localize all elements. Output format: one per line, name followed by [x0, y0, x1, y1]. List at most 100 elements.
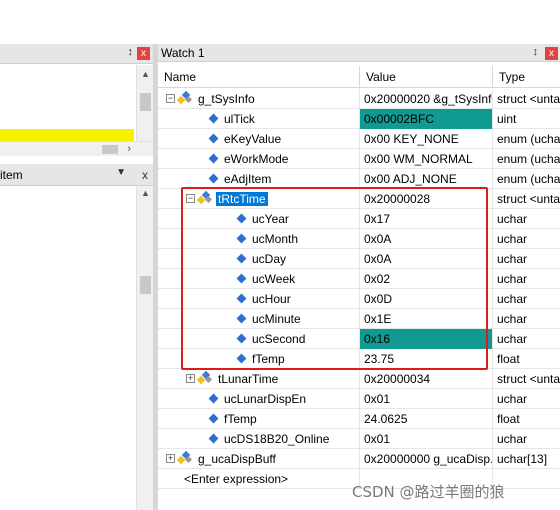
watch-row[interactable]: eKeyValue 0x00 KEY_NONE enum (ucha [158, 129, 560, 149]
watch-row-value[interactable]: 0x00 ADJ_NONE [360, 169, 493, 189]
close-icon[interactable]: x [142, 168, 148, 182]
watch-row[interactable]: ucMinute 0x1E uchar [158, 309, 560, 329]
field-icon [208, 173, 219, 184]
watch-row-name-cell[interactable]: ucMonth [158, 229, 360, 249]
watch-row-value[interactable]: 0x00 KEY_NONE [360, 129, 493, 149]
watch-row-value[interactable]: 0x17 [360, 209, 493, 229]
watch-row[interactable]: ucYear 0x17 uchar [158, 209, 560, 229]
close-icon[interactable]: x [137, 47, 150, 60]
watch-row-type: enum (ucha [497, 172, 560, 186]
watch-row-name-cell[interactable]: ulTick [158, 109, 360, 129]
watch-row-value[interactable]: 23.75 [360, 349, 493, 369]
watch-grid: Name Value Type − g_tSysInfo 0x20000020 &g… [158, 66, 560, 510]
watch-row-name-cell[interactable]: − tRtcTime [158, 189, 360, 209]
watch-row-value[interactable]: 24.0625 [360, 409, 493, 429]
watch-row[interactable]: ucSecond 0x16 uchar [158, 329, 560, 349]
watch-row-value[interactable]: 0x01 [360, 429, 493, 449]
watch-row[interactable]: ucWeek 0x02 uchar [158, 269, 560, 289]
scrollbar-thumb[interactable] [140, 276, 151, 294]
watch-row[interactable]: ucDay 0x0A uchar [158, 249, 560, 269]
watch-row[interactable]: − tRtcTime 0x20000028 struct <unta [158, 189, 560, 209]
watch-row-name-cell[interactable]: + g_ucaDispBuff [158, 449, 360, 469]
watch-row-name: ucDS18B20_Online [224, 432, 330, 446]
watch-row-value[interactable]: 0x1E [360, 309, 493, 329]
watch-row-value[interactable]: 0x0A [360, 249, 493, 269]
watch-row[interactable]: eAdjItem 0x00 ADJ_NONE enum (ucha [158, 169, 560, 189]
left-bottom-pane: item ▼ x ▲ [0, 164, 153, 510]
collapse-icon[interactable]: − [186, 194, 195, 203]
watch-row-value[interactable]: 0x16 [360, 329, 493, 349]
watch-row-name-cell[interactable]: − g_tSysInfo [158, 89, 360, 109]
pin-icon[interactable]: ↕ [128, 46, 134, 58]
expand-icon[interactable]: + [186, 374, 195, 383]
close-icon[interactable]: x [545, 47, 558, 60]
watch-row-name-cell[interactable]: fTemp [158, 349, 360, 369]
column-header-type[interactable]: Type [493, 66, 560, 88]
watch-row-name-cell[interactable]: + tLunarTime [158, 369, 360, 389]
field-icon [208, 413, 219, 424]
watch-row-value[interactable]: 0x01 [360, 389, 493, 409]
watch-row-value[interactable]: 0x20000028 [360, 189, 493, 209]
left-bottom-titlebar: item ▼ x [0, 164, 153, 186]
column-header-name[interactable]: Name [158, 66, 360, 88]
watch-row-value[interactable]: 0x0D [360, 289, 493, 309]
watch-row-name-cell[interactable]: ucMinute [158, 309, 360, 329]
watch-row[interactable]: + g_ucaDispBuff 0x20000000 g_ucaDisp... uch… [158, 449, 560, 469]
watch-row[interactable]: ucDS18B20_Online 0x01 uchar [158, 429, 560, 449]
watch-row-name-cell[interactable]: eKeyValue [158, 129, 360, 149]
watch-row[interactable]: + tLunarTime 0x20000034 struct <unta [158, 369, 560, 389]
watch-row-name: ucYear [252, 212, 289, 226]
watch-row[interactable]: eWorkMode 0x00 WM_NORMAL enum (ucha [158, 149, 560, 169]
watch-row-value[interactable]: 0x02 [360, 269, 493, 289]
field-icon [208, 133, 219, 144]
chevron-right-icon[interactable]: › [127, 143, 131, 155]
watch-row-name: fTemp [224, 412, 257, 426]
watch-row-name: ucMonth [252, 232, 299, 246]
watch-row-type: uchar[13] [497, 452, 548, 466]
watch-row-value[interactable]: 0x00 WM_NORMAL [360, 149, 493, 169]
watch-row[interactable]: ucMonth 0x0A uchar [158, 229, 560, 249]
watch-row-value[interactable]: 0x0A [360, 229, 493, 249]
watch-row-name: eKeyValue [224, 132, 282, 146]
pin-icon[interactable]: ↕ [533, 46, 539, 58]
scroll-up-icon[interactable]: ▲ [141, 188, 150, 198]
watermark: CSDN @路过羊圈的狼 [352, 483, 505, 501]
watch-row-name-cell[interactable]: fTemp [158, 409, 360, 429]
watch-row-name-cell[interactable]: ucLunarDispEn [158, 389, 360, 409]
watch-row-value[interactable]: 0x20000020 &g_tSysInfo [360, 89, 493, 109]
field-icon [236, 233, 247, 244]
watch-row-name-cell[interactable]: eWorkMode [158, 149, 360, 169]
watch-row-value[interactable]: 0x00002BFC [360, 109, 493, 129]
watch-row[interactable]: ucHour 0x0D uchar [158, 289, 560, 309]
watch-row-name-cell[interactable]: ucWeek [158, 269, 360, 289]
scrollbar-thumb[interactable] [102, 145, 118, 154]
watch-row[interactable]: − g_tSysInfo 0x20000020 &g_tSysInfo struct … [158, 89, 560, 109]
watch-row-name-cell[interactable]: ucSecond [158, 329, 360, 349]
column-header-value[interactable]: Value [360, 66, 493, 88]
horizontal-scrollbar[interactable]: › [0, 141, 153, 156]
watch-row[interactable]: fTemp 24.0625 float [158, 409, 560, 429]
collapse-icon[interactable]: − [166, 94, 175, 103]
watch-row-name-cell[interactable]: ucYear [158, 209, 360, 229]
watch-row-name-cell[interactable]: ucDS18B20_Online [158, 429, 360, 449]
expand-icon[interactable]: + [166, 454, 175, 463]
scrollbar-thumb[interactable] [140, 93, 151, 111]
watch-row-value[interactable]: 0x20000034 [360, 369, 493, 389]
watch-row-name-cell[interactable]: ucDay [158, 249, 360, 269]
vertical-scrollbar[interactable]: ▲ [136, 186, 153, 510]
watch-row-type: uchar [497, 292, 528, 306]
dropdown-icon[interactable]: ▼ [116, 167, 126, 178]
scroll-up-icon[interactable]: ▲ [141, 69, 150, 79]
watch-row[interactable]: ulTick 0x00002BFC uint [158, 109, 560, 129]
watch-row-name-cell[interactable]: eAdjItem [158, 169, 360, 189]
watch-row-value[interactable]: 0x20000000 g_ucaDisp... [360, 449, 493, 469]
vertical-scrollbar[interactable]: ▲ [136, 65, 153, 141]
watch-row[interactable]: ucLunarDispEn 0x01 uchar [158, 389, 560, 409]
watch-titlebar: Watch 1 ↕ x [158, 44, 560, 62]
watch-row-name-cell[interactable]: <Enter expression> [158, 469, 360, 489]
watch-row-name: fTemp [252, 352, 285, 366]
watch-row[interactable]: fTemp 23.75 float [158, 349, 560, 369]
watch-row-name: ucWeek [252, 272, 296, 286]
watch-row-name: ucHour [252, 292, 291, 306]
watch-row-name-cell[interactable]: ucHour [158, 289, 360, 309]
